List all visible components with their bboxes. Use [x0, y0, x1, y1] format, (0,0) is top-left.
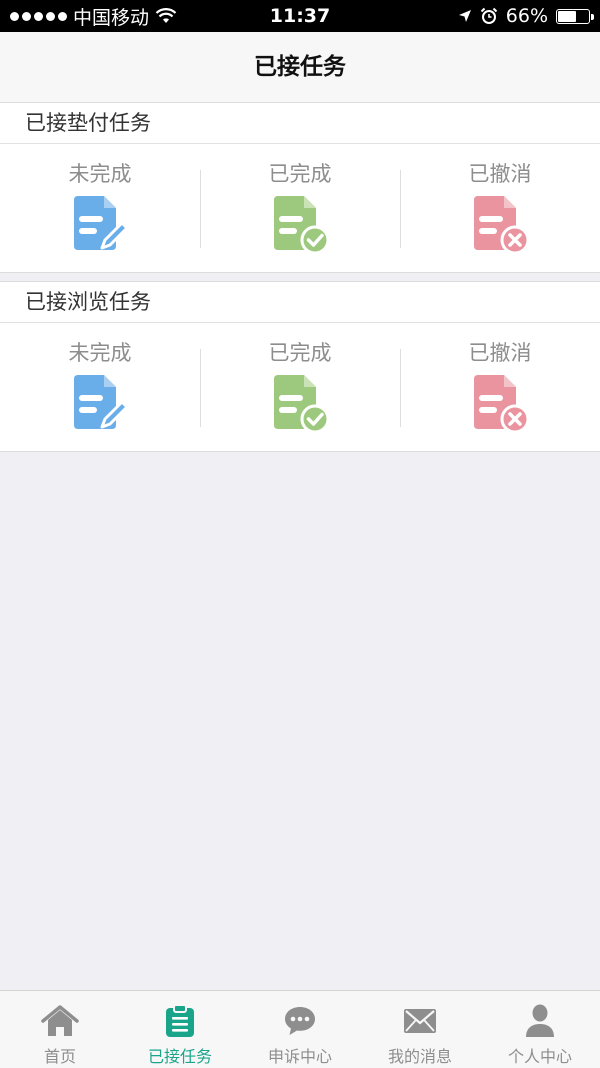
browse-completed-button[interactable]: 已完成 — [200, 323, 400, 451]
advance-completed-button[interactable]: 已完成 — [200, 144, 400, 272]
chat-icon — [240, 1003, 360, 1039]
tab-home[interactable]: 首页 — [0, 991, 120, 1068]
cell-label: 已完成 — [268, 341, 332, 365]
page-title: 已接任务 — [0, 32, 600, 103]
tab-label: 申诉中心 — [267, 1047, 332, 1066]
tab-my-messages[interactable]: 我的消息 — [360, 991, 480, 1068]
section-title: 已接浏览任务 — [0, 282, 600, 323]
doc-edit-icon — [0, 373, 200, 437]
mail-icon — [360, 1003, 480, 1039]
advance-cancelled-button[interactable]: 已撤消 — [400, 144, 600, 272]
tab-label: 已接任务 — [147, 1047, 212, 1066]
battery-icon — [556, 8, 594, 24]
tab-appeal-center[interactable]: 申诉中心 — [240, 991, 360, 1068]
tab-bar: 首页 已接任务 申诉中心 我的消息 个人中心 — [0, 990, 600, 1068]
doc-check-icon — [200, 373, 400, 437]
section-browse-tasks: 已接浏览任务 未完成 已完成 已撤消 — [0, 281, 600, 452]
tab-label: 首页 — [43, 1047, 76, 1066]
status-bar: 中国移动 11:37 66% — [0, 0, 600, 32]
cell-label: 已撤消 — [468, 162, 532, 186]
cell-label: 已完成 — [268, 162, 332, 186]
location-arrow-icon — [458, 10, 471, 22]
battery-percent: 66% — [505, 5, 548, 27]
alarm-clock-icon — [480, 7, 497, 24]
cell-label: 未完成 — [68, 341, 132, 365]
doc-check-icon — [200, 194, 400, 258]
doc-edit-icon — [0, 194, 200, 258]
person-icon — [480, 1003, 600, 1039]
cell-label: 未完成 — [68, 162, 132, 186]
browse-incomplete-button[interactable]: 未完成 — [0, 323, 200, 451]
tab-label: 个人中心 — [507, 1047, 572, 1066]
section-title: 已接垫付任务 — [0, 103, 600, 144]
doc-cancel-icon — [400, 194, 600, 258]
advance-incomplete-button[interactable]: 未完成 — [0, 144, 200, 272]
cell-label: 已撤消 — [468, 341, 532, 365]
clipboard-icon — [120, 1003, 240, 1039]
home-icon — [0, 1003, 120, 1039]
doc-cancel-icon — [400, 373, 600, 437]
tab-profile[interactable]: 个人中心 — [480, 991, 600, 1068]
tab-accepted-tasks[interactable]: 已接任务 — [120, 991, 240, 1068]
tab-label: 我的消息 — [387, 1047, 452, 1066]
section-advance-tasks: 已接垫付任务 未完成 已完成 已撤消 — [0, 102, 600, 273]
browse-cancelled-button[interactable]: 已撤消 — [400, 323, 600, 451]
